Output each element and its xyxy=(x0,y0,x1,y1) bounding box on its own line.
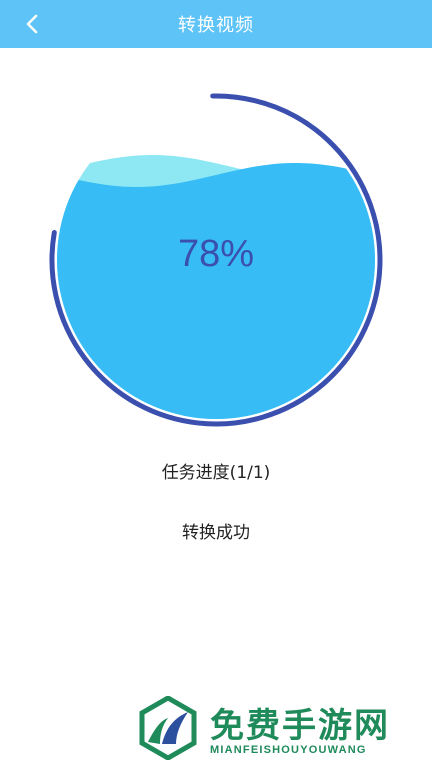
progress-percent: 78% xyxy=(177,233,255,275)
site-logo-icon xyxy=(139,696,197,760)
app-header: 转换视频 xyxy=(0,0,432,48)
watermark-title: 免费手游网 xyxy=(210,706,390,746)
back-button[interactable] xyxy=(14,6,50,42)
watermark-subtitle: MIANFEISHOUYOUWANG xyxy=(210,744,367,756)
conversion-status: 转换成功 xyxy=(182,523,250,543)
conversion-progress-gauge: 78% xyxy=(0,48,432,438)
task-progress-label: 任务进度(1/1) xyxy=(161,463,271,483)
chevron-left-icon xyxy=(26,14,38,34)
site-watermark: 免费手游网 MIANFEISHOUYOUWANG xyxy=(136,696,426,762)
page-title: 转换视频 xyxy=(178,15,254,36)
liquid-fill xyxy=(57,163,375,419)
